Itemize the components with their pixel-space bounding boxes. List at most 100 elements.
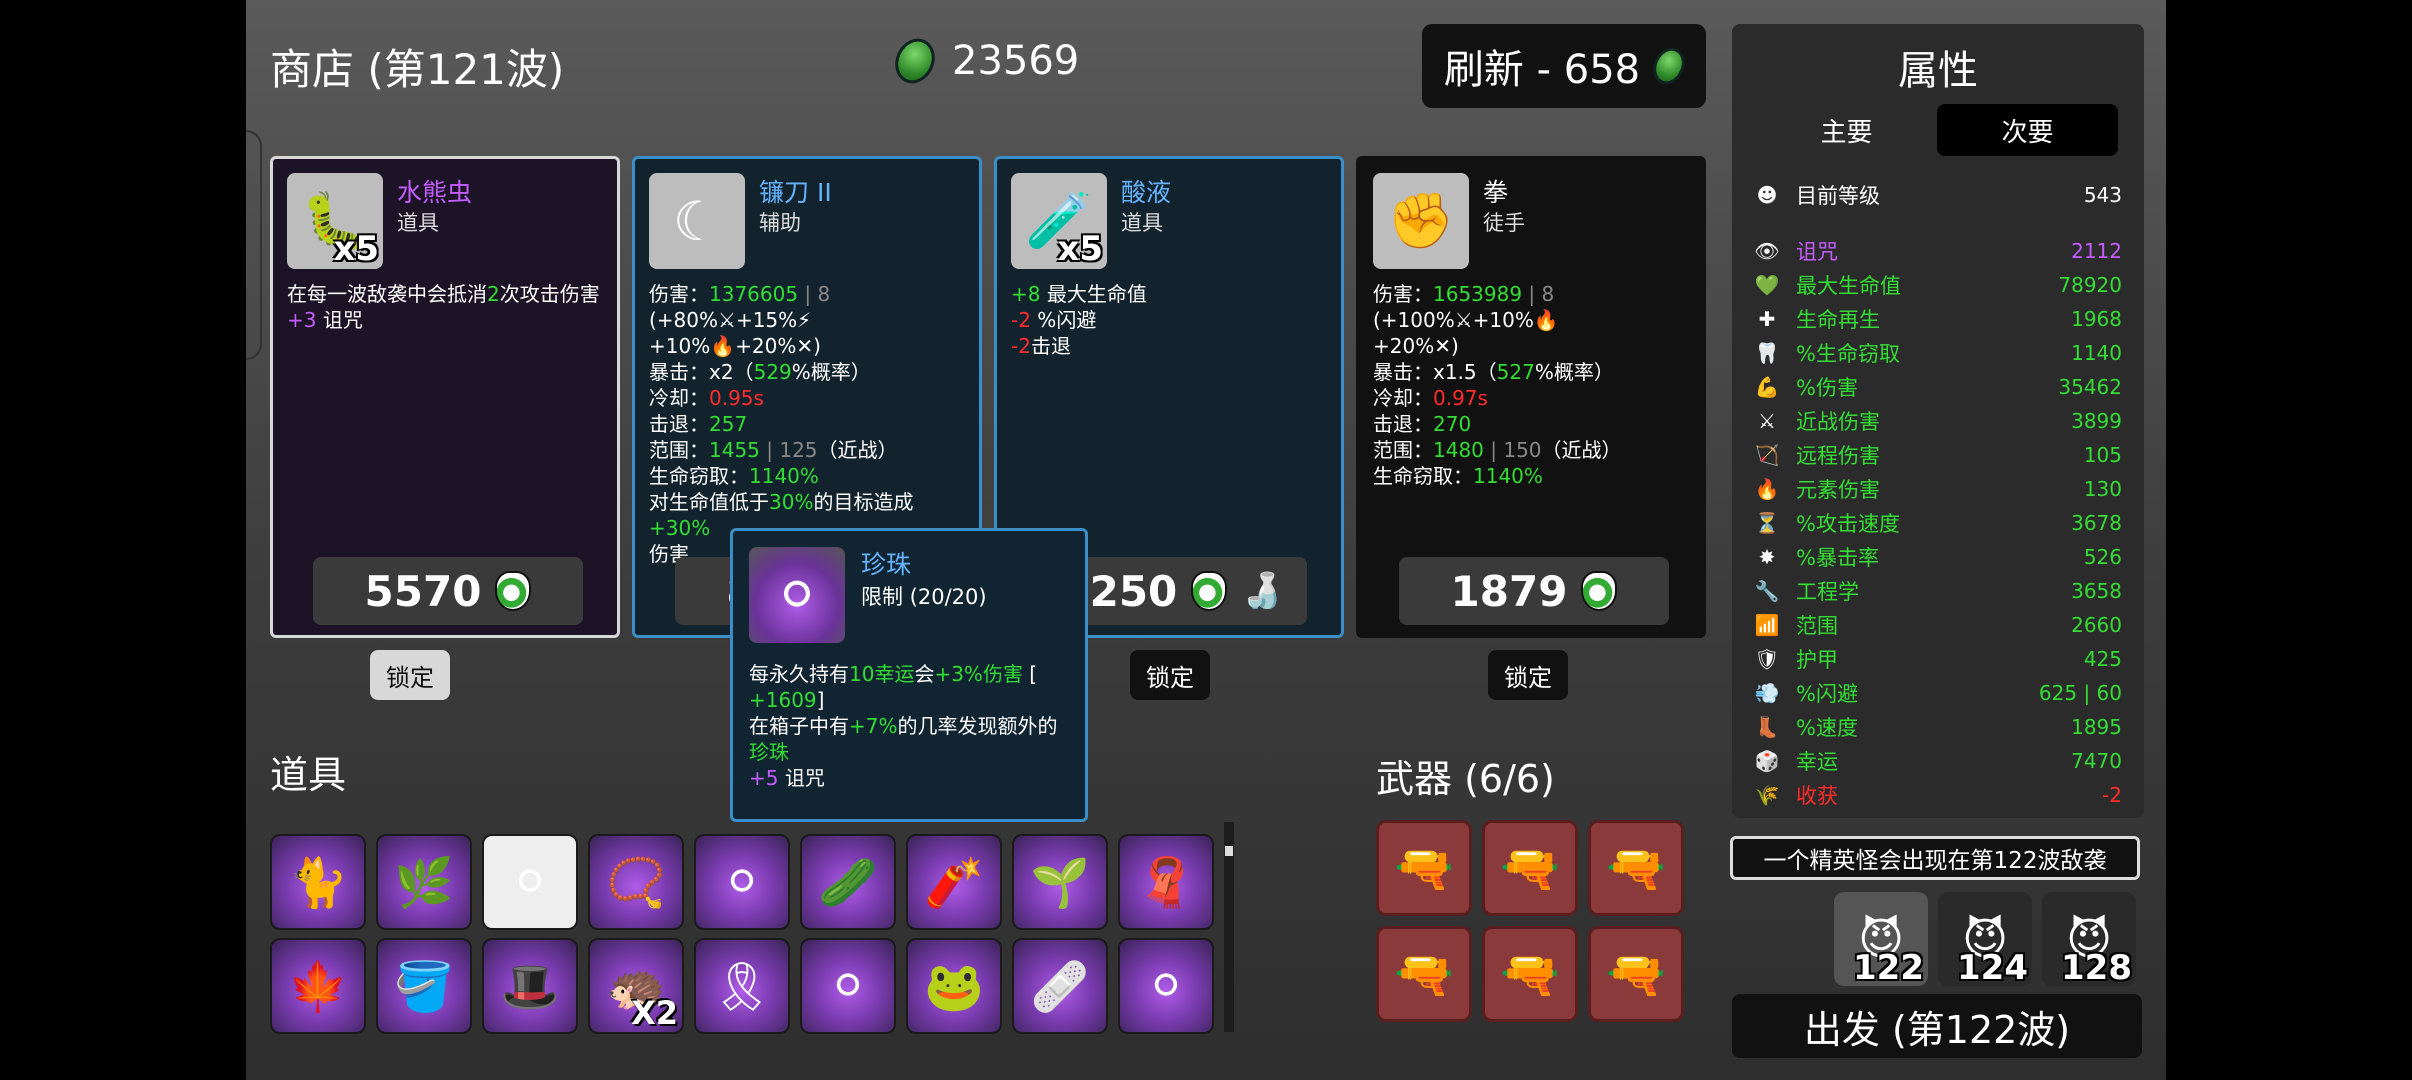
lock-button-4[interactable]: 锁定	[1488, 650, 1568, 700]
material-bag-icon	[1191, 571, 1228, 611]
dice-icon: 🎲	[1754, 749, 1780, 773]
minigun-icon: 🔫	[1394, 946, 1454, 1003]
stat-value: 425	[2083, 647, 2122, 671]
inventory-item[interactable]: 🐸	[906, 938, 1002, 1034]
description-line: +5 诅咒	[749, 766, 825, 790]
stat-label: %闪避	[1796, 682, 1858, 706]
beanie-icon: 🎩	[500, 958, 560, 1015]
level-icon: ☻	[1756, 183, 1778, 207]
stat-row: 📶 范围 2660	[1752, 610, 2122, 640]
description-line: 伤害：1653989 | 8 (+100%⚔+10%🔥	[1373, 282, 1559, 332]
stat-row: 💚 最大生命值 78920	[1752, 270, 2122, 300]
inventory-item[interactable]: 🥒	[800, 834, 896, 930]
inventory-item[interactable]: ⚪	[694, 834, 790, 930]
inventory-item[interactable]: 🦔 X2	[588, 938, 684, 1034]
stat-label: 护甲	[1796, 648, 1838, 672]
description-line: 冷却：0.97s	[1373, 386, 1488, 410]
shield-icon: 🛡	[1754, 647, 1780, 671]
inventory-item[interactable]: 🌿	[376, 834, 472, 930]
stat-row: 🔥 元素伤害 130	[1752, 474, 2122, 504]
inventory-item[interactable]: ⚪	[482, 834, 578, 930]
weapon-slot[interactable]: 🔫	[1588, 820, 1684, 916]
dodge-icon: 💨	[1754, 681, 1780, 705]
card-description: 伤害：1376605 | 8 (+80%⚔+15%⚡ +10%🔥+20%✕) 暴击：…	[649, 281, 965, 567]
items-section-title: 道具	[270, 753, 347, 797]
buy-button[interactable]: 1879	[1399, 557, 1669, 625]
scrollbar-thumb[interactable]	[1225, 846, 1233, 856]
inventory-item[interactable]: 🧨	[906, 834, 1002, 930]
flame-icon: 🔥	[1754, 477, 1780, 501]
stat-row: ⏳ %攻击速度 3678	[1752, 508, 2122, 538]
weapon-slot[interactable]: 🔫	[1482, 820, 1578, 916]
stat-value: 130	[2083, 477, 2122, 501]
inventory-item[interactable]: 🎩	[482, 938, 578, 1034]
stat-row: ✚ 生命再生 1968	[1752, 304, 2122, 334]
inventory-item[interactable]: 🌱	[1012, 834, 1108, 930]
weapon-slot[interactable]: 🔫	[1588, 926, 1684, 1022]
items-scrollbar[interactable]	[1224, 822, 1234, 1032]
pearl-icon: ⚪	[827, 958, 869, 1014]
weapon-slot[interactable]: 🔫	[1376, 926, 1472, 1022]
description-line: 生命窃取：1140%	[1373, 464, 1543, 488]
regen-icon: ✚	[1758, 307, 1776, 331]
buy-button[interactable]: 5570	[313, 557, 583, 625]
stat-label: 范围	[1796, 614, 1838, 638]
materials-counter: 23569	[888, 32, 1079, 90]
stat-label: 诅咒	[1796, 240, 1838, 264]
stat-label: 远程伤害	[1796, 444, 1880, 468]
stat-row: 👢 %速度 1895	[1752, 712, 2122, 742]
muscle-icon: 💪	[1754, 375, 1780, 399]
stat-row: 💨 %闪避 625 | 60	[1752, 678, 2122, 708]
tab-primary[interactable]: 主要	[1756, 104, 1937, 156]
stat-row: ⚔ 近战伤害 3899	[1752, 406, 2122, 436]
inventory-item[interactable]: ⚪	[800, 938, 896, 1034]
screen-notch	[246, 130, 262, 360]
game-screen: 商店 (第121波) 23569 刷新 - 658 🐛 x5 水熊虫 道具 在每一…	[246, 0, 2166, 1080]
weapon-slot[interactable]: 🔫	[1482, 926, 1578, 1022]
description-line: -2 %闪避	[1011, 308, 1097, 332]
tab-secondary[interactable]: 次要	[1937, 104, 2118, 156]
stat-label: 生命再生	[1796, 308, 1880, 332]
inventory-item[interactable]: 🪣	[376, 938, 472, 1034]
card-description: +8 最大生命值 -2 %闪避 -2击退	[1011, 281, 1327, 359]
inventory-item[interactable]: 🍁	[270, 938, 366, 1034]
refresh-button[interactable]: 刷新 - 658	[1422, 24, 1706, 108]
bottle-icon: 🍶	[1241, 571, 1284, 611]
inventory-item[interactable]: 🩹	[1012, 938, 1108, 1034]
inventory-item[interactable]: 🧣	[1118, 834, 1214, 930]
boot-icon: 👢	[1754, 715, 1780, 739]
inventory-item[interactable]: 📿	[588, 834, 684, 930]
shop-card-fist[interactable]: ✊ 拳 徒手 伤害：1653989 | 8 (+100%⚔+10%🔥 +20%✕)…	[1356, 156, 1706, 638]
shop-card-tardigrade[interactable]: 🐛 x5 水熊虫 道具 在每一波敌袭中会抵消2次攻击伤害 +3 诅咒 5570	[270, 156, 620, 638]
description-line: 范围：1455 | 125（近战）	[649, 438, 898, 462]
scarf-icon: 🧣	[1136, 854, 1196, 911]
lock-button-3[interactable]: 锁定	[1130, 650, 1210, 700]
wave-indicator: 😈 128	[2042, 892, 2136, 988]
stat-value: 105	[2083, 443, 2122, 467]
description-line: -2击退	[1011, 334, 1071, 358]
stat-label: %伤害	[1796, 376, 1858, 400]
stat-value: 3658	[2071, 579, 2122, 603]
elite-notice: 一个精英怪会出现在第122波敌袭	[1730, 836, 2140, 880]
wave-indicator: 😈 124	[1938, 892, 2032, 988]
stat-value: 35462	[2058, 375, 2122, 399]
dynamite-icon: 🧨	[924, 854, 984, 911]
description-line: 每永久持有10幸运会+3%伤害 [	[749, 662, 1038, 686]
minigun-icon: 🔫	[1606, 840, 1666, 897]
inventory-item[interactable]: 🐈	[270, 834, 366, 930]
fist-icon: ✊	[1373, 173, 1469, 269]
weapon-slot[interactable]: 🔫	[1376, 820, 1472, 916]
frog-icon: 🐸	[924, 958, 984, 1015]
stat-value: 2112	[2071, 239, 2122, 263]
item-tooltip: ⚪ 珍珠 限制 (20/20) 每永久持有10幸运会+3%伤害 [+1609] 在…	[730, 528, 1088, 822]
garden-bed-icon: 🌱	[1030, 854, 1090, 911]
moss-sack-icon: 🌿	[394, 854, 454, 911]
tardigrade-icon: 🐛 x5	[287, 173, 383, 269]
description-line: 击退：270	[1373, 412, 1472, 436]
stat-value: 7470	[2071, 749, 2122, 773]
start-wave-button[interactable]: 出发 (第122波)	[1732, 994, 2142, 1058]
inventory-item[interactable]: 🎗	[694, 938, 790, 1034]
stat-label: 收获	[1796, 784, 1838, 808]
inventory-item[interactable]: ⚪	[1118, 938, 1214, 1034]
lock-button-1[interactable]: 锁定	[370, 650, 450, 700]
